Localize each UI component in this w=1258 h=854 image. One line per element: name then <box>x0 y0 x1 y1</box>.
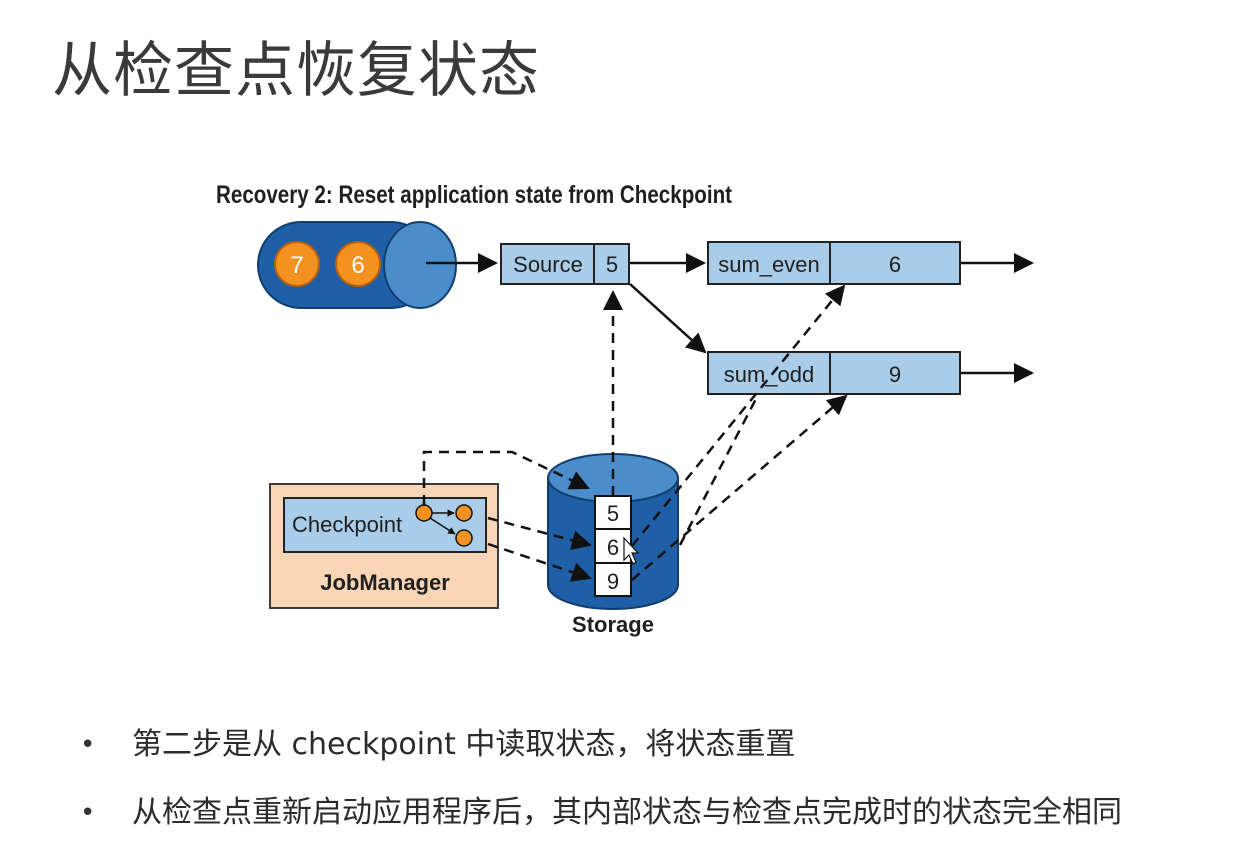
input-queue: 7 6 <box>257 221 457 309</box>
diagram-caption: Recovery 2: Reset application state from… <box>216 181 733 209</box>
recovery-diagram: Recovery 2: Reset application state from… <box>216 181 1034 637</box>
storage-label: Storage <box>572 612 654 637</box>
jobmanager-label: JobManager <box>320 570 450 595</box>
sum-odd-value: 9 <box>889 362 901 387</box>
source-label: Source <box>513 252 583 277</box>
checkpoint-node-3 <box>455 529 473 547</box>
checkpoint-node-1 <box>415 504 433 522</box>
storage-value-2: 6 <box>607 535 619 560</box>
source-value: 5 <box>606 252 618 277</box>
bullet-list: • 第二步是从 checkpoint 中读取状态，将状态重置 • 从检查点重新启… <box>80 718 1122 854</box>
sum-even-label: sum_even <box>718 252 820 277</box>
sum-odd-operator: sum_odd 9 <box>707 351 961 395</box>
storage-value-3: 9 <box>607 569 619 594</box>
bullet-marker: • <box>80 798 96 828</box>
bullet-text-2: 从检查点重新启动应用程序后，其内部状态与检查点完成时的状态完全相同 <box>132 795 1122 830</box>
arrow-source-to-sum-odd <box>629 283 707 354</box>
bullet-item-1: • 第二步是从 checkpoint 中读取状态，将状态重置 <box>80 718 1122 786</box>
jobmanager-box: Checkpoint JobManager <box>269 483 499 609</box>
storage-cylinder: 5 6 9 Storage <box>547 453 679 637</box>
queue-event-2-label: 6 <box>351 252 364 279</box>
bullet-item-2: • 从检查点重新启动应用程序后，其内部状态与检查点完成时的状态完全相同 <box>80 786 1122 854</box>
checkpoint-label: Checkpoint <box>292 512 402 537</box>
dash-storage-to-sum-odd-b <box>678 394 760 546</box>
source-operator: Source 5 <box>500 243 630 285</box>
sum-odd-label: sum_odd <box>724 362 815 387</box>
queue-event-1-label: 7 <box>290 252 303 279</box>
bullet-marker: • <box>80 730 96 760</box>
storage-value-1: 5 <box>607 501 619 526</box>
sum-even-value: 6 <box>889 252 901 277</box>
sum-even-operator: sum_even 6 <box>707 241 961 285</box>
bullet-text-1: 第二步是从 checkpoint 中读取状态，将状态重置 <box>132 727 796 762</box>
checkpoint-node-2 <box>455 504 473 522</box>
